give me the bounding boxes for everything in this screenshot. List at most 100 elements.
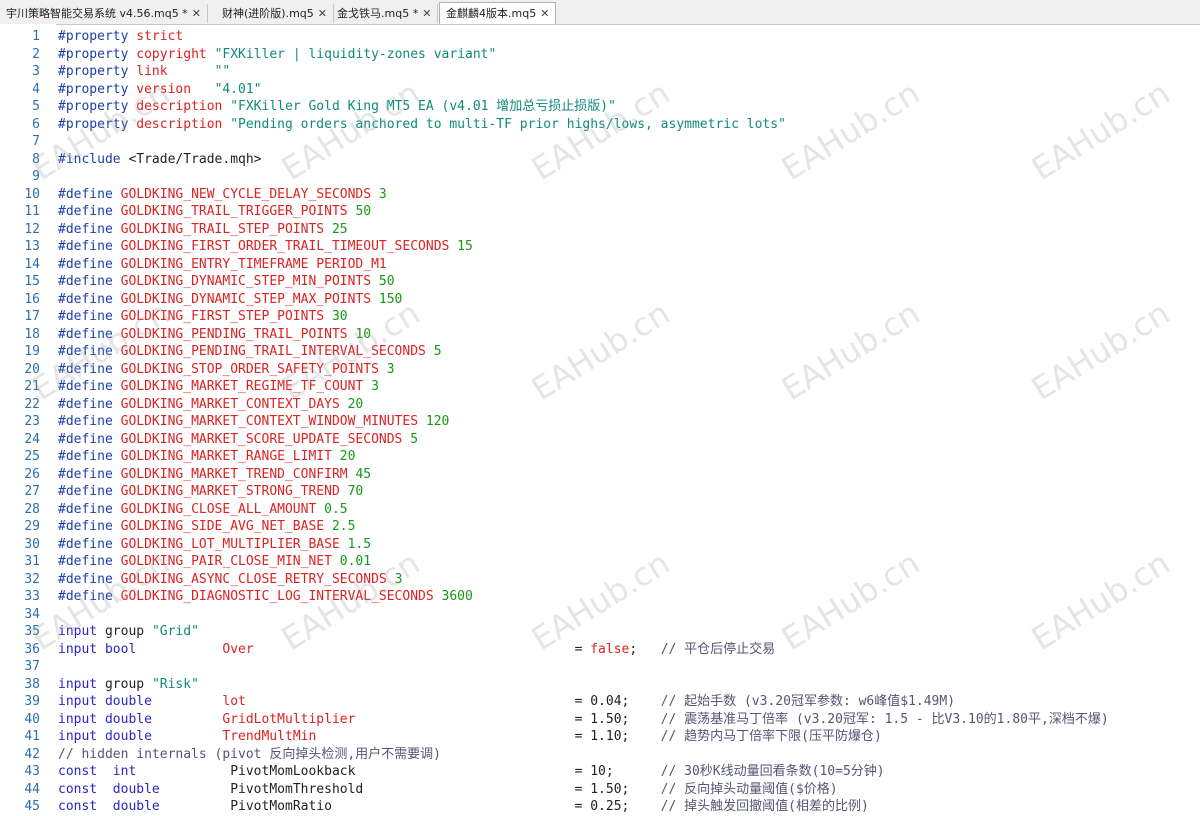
code-text: #define GOLDKING_ENTRY_TIMEFRAME PERIOD_… [58, 256, 387, 274]
code-text: #define GOLDKING_TRAIL_TRIGGER_POINTS 50 [58, 203, 371, 221]
code-line[interactable]: 10 #define GOLDKING_NEW_CYCLE_DELAY_SECON… [0, 186, 1200, 204]
code-text: #property copyright "FXKiller | liquidit… [58, 46, 496, 64]
code-token: #define [58, 554, 121, 569]
code-line[interactable]: 1 #property strict [0, 28, 1200, 46]
code-line[interactable]: 42 // hidden internals (pivot 反向掉头检测,用户不需… [0, 746, 1200, 764]
code-line[interactable]: 32 #define GOLDKING_ASYNC_CLOSE_RETRY_SEC… [0, 571, 1200, 589]
code-line[interactable]: 29 #define GOLDKING_SIDE_AVG_NET_BASE 2.5 [0, 518, 1200, 536]
tab-jingetiema[interactable]: 金戈铁马.mq5 * ✕ [331, 4, 439, 23]
line-number: 7 [32, 134, 40, 149]
code-token: 50 [378, 274, 395, 289]
code-token: GOLDKING_DYNAMIC_STEP_MIN_POINTS [120, 274, 379, 289]
code-line[interactable]: 31 #define GOLDKING_PAIR_CLOSE_MIN_NET 0.… [0, 553, 1200, 571]
code-line[interactable]: 30 #define GOLDKING_LOT_MULTIPLIER_BASE 1… [0, 536, 1200, 554]
code-line[interactable]: 18 #define GOLDKING_PENDING_TRAIL_POINTS … [0, 326, 1200, 344]
code-text: #property strict [58, 28, 183, 46]
code-line[interactable]: 14 #define GOLDKING_ENTRY_TIMEFRAME PERIO… [0, 256, 1200, 274]
code-line[interactable]: 41 input double TrendMultMin = 1.10; // 趋… [0, 728, 1200, 746]
code-text: #define GOLDKING_MARKET_CONTEXT_DAYS 20 [58, 396, 363, 414]
tab-caishen[interactable]: 财神(进阶版).mq5 ✕ [216, 4, 334, 23]
code-text: #property description "FXKiller Gold Kin… [58, 98, 616, 116]
line-number: 17 [24, 309, 40, 324]
code-token: Over [222, 641, 575, 657]
code-token: description [136, 99, 231, 114]
code-line[interactable]: 19 #define GOLDKING_PENDING_TRAIL_INTERVA… [0, 343, 1200, 361]
code-line[interactable]: 43 const int PivotMomLookback = 10; // 30… [0, 763, 1200, 781]
code-line[interactable]: 40 input double GridLotMultiplier = 1.50;… [0, 711, 1200, 729]
code-line[interactable]: 38 input group "Risk" [0, 676, 1200, 694]
code-text: #define GOLDKING_STOP_ORDER_SAFETY_POINT… [58, 361, 395, 379]
code-token: #define [58, 589, 121, 604]
code-text: input double TrendMultMin = 1.10; // 趋势内… [58, 728, 882, 746]
code-token: double [104, 729, 223, 744]
code-token: PivotMomLookback [230, 764, 575, 779]
code-token: = 1.50; [574, 711, 661, 727]
code-line[interactable]: 37 [0, 658, 1200, 676]
code-line[interactable]: 39 input double lot = 0.04; // 起始手数 (v3.2… [0, 693, 1200, 711]
code-line[interactable]: 25 #define GOLDKING_MARKET_RANGE_LIMIT 20 [0, 448, 1200, 466]
code-line[interactable]: 16 #define GOLDKING_DYNAMIC_STEP_MAX_POIN… [0, 291, 1200, 309]
tab-yuchuan[interactable]: 宇川策略智能交易系统 v4.56.mq5 * ✕ [0, 4, 208, 23]
tab-label: 金麒麟4版本.mq5 [446, 7, 537, 20]
code-text: #define GOLDKING_MARKET_RANGE_LIMIT 20 [58, 448, 355, 466]
line-number: 1 [32, 29, 40, 44]
code-line[interactable]: 24 #define GOLDKING_MARKET_SCORE_UPDATE_S… [0, 431, 1200, 449]
code-text: #define GOLDKING_DYNAMIC_STEP_MIN_POINTS… [58, 273, 395, 291]
code-editor[interactable]: 1 #property strict 2 #property copyright "F… [0, 24, 1200, 814]
code-line[interactable]: 9 [0, 168, 1200, 186]
code-line[interactable]: 22 #define GOLDKING_MARKET_CONTEXT_DAYS 2… [0, 396, 1200, 414]
code-line[interactable]: 5 #property description "FXKiller Gold Ki… [0, 98, 1200, 116]
code-line[interactable]: 44 const double PivotMomThreshold = 1.50;… [0, 781, 1200, 799]
code-line[interactable]: 11 #define GOLDKING_TRAIL_TRIGGER_POINTS … [0, 203, 1200, 221]
code-line[interactable]: 26 #define GOLDKING_MARKET_TREND_CONFIRM … [0, 466, 1200, 484]
line-number: 36 [24, 641, 40, 657]
code-token: GOLDKING_PENDING_TRAIL_POINTS [120, 326, 356, 342]
code-line[interactable]: 2 #property copyright "FXKiller | liquidi… [0, 46, 1200, 64]
code-text: #property description "Pending orders an… [58, 116, 786, 134]
code-line[interactable]: 35 input group "Grid" [0, 623, 1200, 641]
code-token: 5 [433, 344, 442, 359]
code-text: #define GOLDKING_SIDE_AVG_NET_BASE 2.5 [58, 518, 355, 536]
code-token: GOLDKING_TRAIL_STEP_POINTS [120, 221, 332, 237]
code-line[interactable]: 33 #define GOLDKING_DIAGNOSTIC_LOG_INTERV… [0, 588, 1200, 606]
line-number: 22 [24, 396, 40, 412]
code-line[interactable]: 27 #define GOLDKING_MARKET_STRONG_TREND 7… [0, 483, 1200, 501]
code-line[interactable]: 15 #define GOLDKING_DYNAMIC_STEP_MIN_POIN… [0, 273, 1200, 291]
code-token: bool [104, 641, 223, 657]
code-token: 5 [410, 431, 419, 447]
tab-jinqilin[interactable]: 金麒麟4版本.mq5 ✕ [439, 2, 557, 24]
code-line[interactable]: 17 #define GOLDKING_FIRST_STEP_POINTS 30 [0, 308, 1200, 326]
code-token: GOLDKING_ENTRY_TIMEFRAME PERIOD_M1 [120, 256, 387, 272]
code-line[interactable]: 20 #define GOLDKING_STOP_ORDER_SAFETY_POI… [0, 361, 1200, 379]
code-line[interactable]: 28 #define GOLDKING_CLOSE_ALL_AMOUNT 0.5 [0, 501, 1200, 519]
code-text: #define GOLDKING_MARKET_REGIME_TF_COUNT … [58, 378, 379, 396]
code-line[interactable]: 3 #property link "" [0, 63, 1200, 81]
code-line[interactable]: 36 input bool Over = false; // 平仓后停止交易 [0, 641, 1200, 659]
code-line[interactable]: 12 #define GOLDKING_TRAIL_STEP_POINTS 25 [0, 221, 1200, 239]
code-token: #define [58, 256, 121, 272]
code-line[interactable]: 23 #define GOLDKING_MARKET_CONTEXT_WINDOW… [0, 413, 1200, 431]
close-icon[interactable]: ✕ [318, 7, 327, 20]
code-line[interactable]: 34 [0, 606, 1200, 624]
code-token: #define [58, 536, 121, 552]
code-token: double [104, 694, 223, 709]
code-text: #define GOLDKING_PAIR_CLOSE_MIN_NET 0.01 [58, 553, 371, 571]
code-area[interactable]: 1 #property strict 2 #property copyright "F… [0, 28, 1200, 816]
code-line[interactable]: 21 #define GOLDKING_MARKET_REGIME_TF_COUN… [0, 378, 1200, 396]
code-text: const int PivotMomLookback = 10; // 30秒K… [58, 763, 885, 781]
code-line[interactable]: 45 const double PivotMomRatio = 0.25; // … [0, 798, 1200, 816]
line-number: 10 [24, 186, 40, 202]
close-icon[interactable]: ✕ [192, 7, 201, 20]
line-number: 14 [24, 256, 40, 272]
code-line[interactable]: 7 [0, 133, 1200, 151]
line-number: 18 [24, 326, 40, 342]
code-line[interactable]: 6 #property description "Pending orders a… [0, 116, 1200, 134]
code-token: input [58, 729, 105, 744]
close-icon[interactable]: ✕ [422, 7, 431, 20]
code-token: GOLDKING_ASYNC_CLOSE_RETRY_SECONDS [120, 571, 395, 587]
code-line[interactable]: 8 #include <Trade/Trade.mqh> [0, 151, 1200, 169]
code-line[interactable]: 13 #define GOLDKING_FIRST_ORDER_TRAIL_TIM… [0, 238, 1200, 256]
close-icon[interactable]: ✕ [540, 7, 549, 20]
line-number: 43 [24, 764, 40, 779]
code-line[interactable]: 4 #property version "4.01" [0, 81, 1200, 99]
